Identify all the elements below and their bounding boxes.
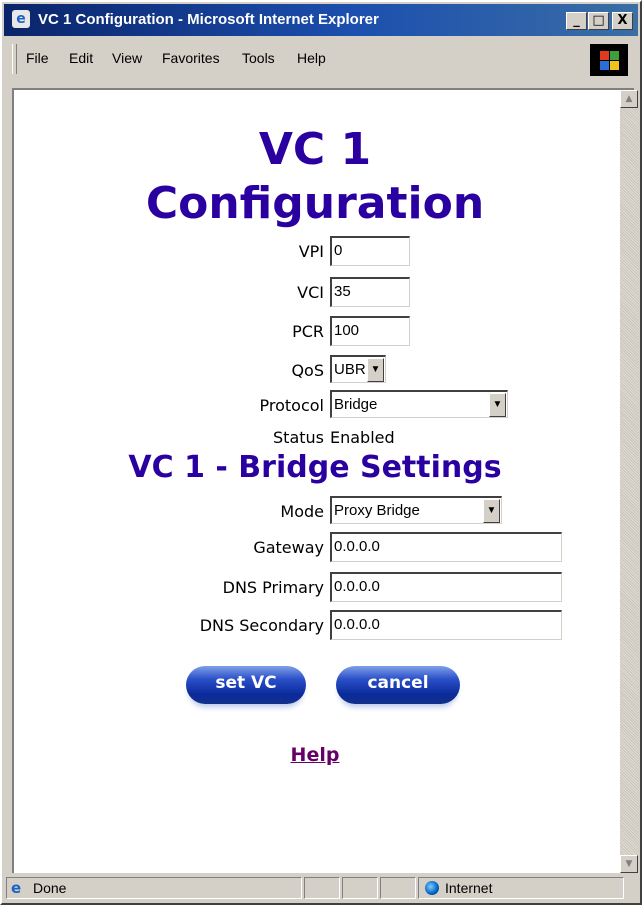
dns-primary-input[interactable]: 0.0.0.0 bbox=[330, 572, 562, 602]
vpi-label: VPI bbox=[298, 242, 324, 261]
chevron-down-icon[interactable]: ▼ bbox=[489, 393, 506, 417]
status-main-cell: e Done bbox=[6, 877, 302, 899]
status-cell bbox=[304, 877, 340, 899]
page-content: VC 1 Configuration VPI 0 VCI 35 PCR 100 … bbox=[14, 90, 616, 871]
page-title-line2: Configuration bbox=[145, 178, 485, 229]
status-bar: e Done Internet bbox=[4, 875, 638, 901]
help-link[interactable]: Help bbox=[14, 744, 616, 766]
menu-help[interactable]: Help bbox=[297, 50, 326, 66]
mode-select[interactable]: Proxy Bridge ▼ bbox=[330, 496, 502, 524]
cancel-button[interactable]: cancel bbox=[336, 666, 460, 704]
menu-view[interactable]: View bbox=[112, 50, 142, 66]
browser-window: e VC 1 Configuration - Microsoft Interne… bbox=[0, 0, 642, 905]
chevron-down-icon[interactable]: ▼ bbox=[483, 499, 500, 523]
protocol-selected-value: Bridge bbox=[334, 396, 378, 413]
zone-text: Internet bbox=[445, 880, 493, 896]
dns-primary-label: DNS Primary bbox=[222, 578, 324, 597]
menu-favorites[interactable]: Favorites bbox=[162, 50, 220, 66]
status-value: Enabled bbox=[330, 428, 395, 447]
protocol-select[interactable]: Bridge ▼ bbox=[330, 390, 508, 418]
pcr-input[interactable]: 100 bbox=[330, 316, 410, 346]
vci-input[interactable]: 35 bbox=[330, 277, 410, 307]
set-vc-button[interactable]: set VC bbox=[186, 666, 306, 704]
close-button[interactable]: X bbox=[612, 12, 633, 30]
window-title: VC 1 Configuration - Microsoft Internet … bbox=[38, 11, 379, 28]
status-label: Status bbox=[273, 428, 324, 447]
qos-select[interactable]: UBR ▼ bbox=[330, 355, 386, 383]
scroll-down-button[interactable]: ▼ bbox=[620, 855, 638, 873]
globe-icon bbox=[425, 881, 439, 895]
dns-secondary-input[interactable]: 0.0.0.0 bbox=[330, 610, 562, 640]
status-cell bbox=[342, 877, 378, 899]
menu-edit[interactable]: Edit bbox=[69, 50, 93, 66]
qos-selected-value: UBR bbox=[334, 361, 366, 378]
status-cell bbox=[380, 877, 416, 899]
scroll-up-button[interactable]: ▲ bbox=[620, 90, 638, 108]
dns-secondary-label: DNS Secondary bbox=[199, 616, 324, 635]
maximize-button[interactable]: □ bbox=[588, 12, 609, 30]
title-bar[interactable]: e VC 1 Configuration - Microsoft Interne… bbox=[4, 4, 638, 36]
qos-label: QoS bbox=[291, 361, 324, 380]
menu-file[interactable]: File bbox=[26, 50, 49, 66]
menu-bar: File Edit View Favorites Tools Help bbox=[4, 36, 638, 88]
status-text: Done bbox=[33, 880, 67, 896]
page-viewport[interactable]: VC 1 Configuration VPI 0 VCI 35 PCR 100 … bbox=[12, 88, 634, 873]
vertical-scrollbar[interactable]: ▲ ▼ bbox=[620, 90, 638, 873]
windows-logo-icon bbox=[590, 44, 628, 76]
menu-tools[interactable]: Tools bbox=[242, 50, 275, 66]
pcr-label: PCR bbox=[292, 322, 324, 341]
menu-grip[interactable] bbox=[12, 44, 17, 74]
vci-label: VCI bbox=[297, 283, 324, 302]
minimize-button[interactable]: _ bbox=[566, 12, 587, 30]
mode-label: Mode bbox=[280, 502, 324, 521]
chevron-down-icon[interactable]: ▼ bbox=[367, 358, 384, 382]
gateway-input[interactable]: 0.0.0.0 bbox=[330, 532, 562, 562]
ie-icon: e bbox=[12, 10, 30, 28]
bridge-settings-heading: VC 1 - Bridge Settings bbox=[128, 450, 502, 485]
protocol-label: Protocol bbox=[259, 396, 324, 415]
zone-cell: Internet bbox=[418, 877, 624, 899]
page-title-line1: VC 1 bbox=[258, 124, 372, 175]
gateway-label: Gateway bbox=[253, 538, 324, 557]
page-icon: e bbox=[11, 879, 22, 897]
vpi-input[interactable]: 0 bbox=[330, 236, 410, 266]
mode-selected-value: Proxy Bridge bbox=[334, 502, 420, 519]
